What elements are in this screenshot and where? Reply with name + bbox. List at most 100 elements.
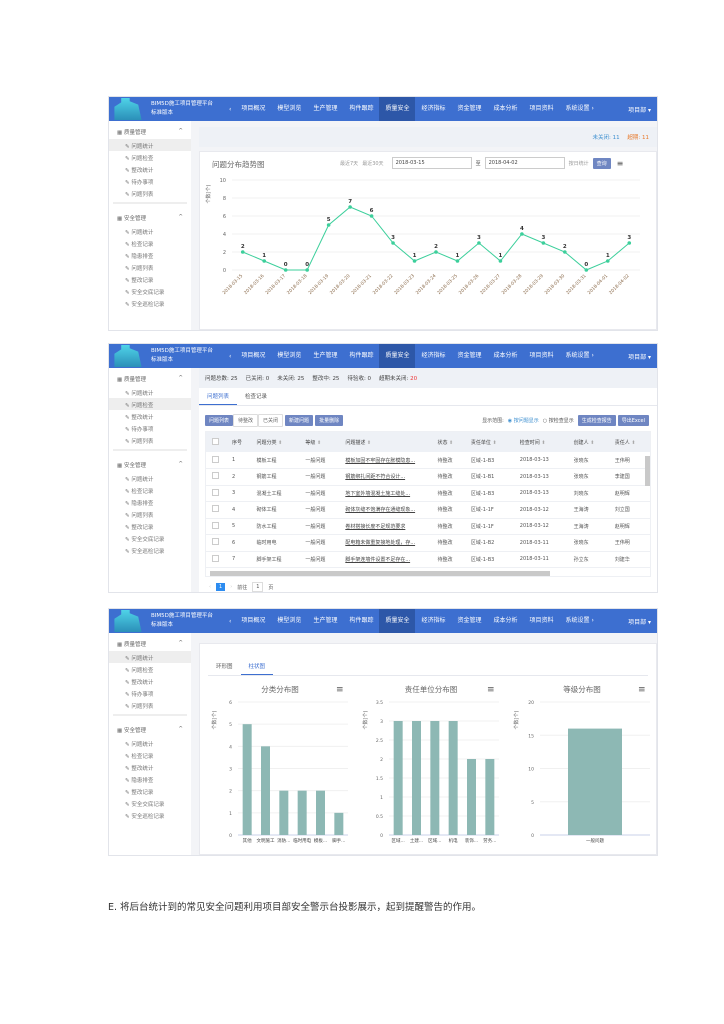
nav-item-9[interactable]: 系统设置 ›	[560, 344, 600, 368]
nav-item-1[interactable]: 模型浏览	[271, 97, 307, 121]
nav-item-7[interactable]: 成本分析	[488, 609, 524, 633]
nav-item-0[interactable]: 项目概况	[235, 609, 271, 633]
sidebar-item[interactable]: ✎ 问题统计	[109, 651, 191, 663]
sidebar-item[interactable]: ✎ 问题检查	[109, 151, 191, 163]
column-header[interactable]: 创建人 ⬍	[567, 432, 609, 452]
nav-item-0[interactable]: 项目概况	[235, 97, 271, 121]
bar[interactable]	[242, 724, 252, 835]
page-1[interactable]: 1	[216, 583, 226, 591]
nav-item-7[interactable]: 成本分析	[488, 97, 524, 121]
sidebar-item[interactable]: ✎ 隐患排查	[109, 249, 191, 261]
bar[interactable]	[430, 721, 440, 835]
sidebar-item[interactable]: ✎ 问题列表	[109, 699, 191, 711]
sidebar-item[interactable]: ✎ 安全交底记录	[109, 532, 191, 544]
table-row[interactable]: 6 临时用电 一般问题 配电箱未做重复接地处理，存... 待整改 区域-1-B2 2018-…	[206, 534, 650, 552]
row-checkbox[interactable]	[206, 468, 226, 486]
bar[interactable]	[279, 790, 289, 835]
by-day-select[interactable]: 按日统计	[569, 160, 589, 167]
nav-item-4[interactable]: 质量安全	[379, 97, 416, 121]
table-cell[interactable]: 砌体灰缝不饱满存在通缝现象...	[339, 501, 432, 519]
column-header[interactable]: 责任人 ⬍	[608, 432, 650, 452]
bar[interactable]	[568, 728, 622, 835]
sidebar-item[interactable]: ✎ 安全巡检记录	[109, 297, 191, 309]
sidebar-item[interactable]: ✎ 问题列表	[109, 187, 191, 199]
sidebar-group-safety[interactable]: ▦ 安全管理 ^	[109, 207, 191, 225]
sidebar-item[interactable]: ✎ 问题列表	[109, 508, 191, 520]
nav-item-5[interactable]: 经济指标	[415, 344, 451, 368]
nav-item-8[interactable]: 项目资料	[524, 609, 560, 633]
sidebar-item[interactable]: ✎ 待办事项	[109, 422, 191, 434]
column-header[interactable]: 责任单位 ⬍	[464, 432, 514, 452]
table-cell[interactable]: 模板加固不牢固存在胀模隐患...	[339, 452, 432, 469]
sidebar-item[interactable]: ✎ 问题统计	[109, 386, 191, 398]
sidebar-item[interactable]: ✎ 问题列表	[109, 434, 191, 446]
vertical-scrollbar[interactable]	[645, 456, 650, 486]
tab-problem-list[interactable]: 问题列表	[199, 388, 238, 405]
nav-item-5[interactable]: 经济指标	[415, 609, 451, 633]
user-menu[interactable]: 项目部 ▾	[628, 617, 651, 626]
radio-by-problem[interactable]: ◉ 按问题显示	[508, 417, 539, 424]
nav-item-6[interactable]: 资金管理	[452, 97, 488, 121]
table-row[interactable]: 3 混凝土工程 一般问题 地下室外墙混凝土施工缝处... 待整改 区域-1-B3 2018-…	[206, 485, 650, 502]
column-header[interactable]: 问题描述 ⬍	[339, 432, 432, 452]
query-button[interactable]: 查询	[592, 157, 611, 169]
row-checkbox[interactable]	[206, 501, 226, 519]
user-menu[interactable]: 项目部 ▾	[628, 352, 651, 361]
row-checkbox[interactable]	[206, 518, 226, 535]
table-cell[interactable]: 配电箱未做重复接地处理，存...	[339, 534, 432, 552]
column-header[interactable]: 问题分类 ⬍	[250, 432, 300, 452]
menu-icon[interactable]: ≡	[336, 685, 344, 695]
column-header[interactable]: 检查时间 ⬍	[513, 432, 568, 452]
date-from-input[interactable]: 2018-03-15	[391, 157, 472, 169]
sidebar-item[interactable]: ✎ 整改统计	[109, 675, 191, 687]
sidebar-item[interactable]: ✎ 问题检查	[109, 398, 191, 410]
nav-back[interactable]: ‹	[229, 353, 231, 360]
last30-button[interactable]: 最近30天	[362, 160, 383, 167]
column-header[interactable]: 序号	[225, 432, 251, 452]
filter-all-button[interactable]: 问题列表	[205, 415, 234, 426]
data-point[interactable]	[348, 205, 352, 209]
data-point[interactable]	[369, 214, 374, 218]
new-problem-button[interactable]: 新建问题	[285, 415, 314, 426]
nav-item-7[interactable]: 成本分析	[488, 344, 524, 368]
sidebar-item[interactable]: ✎ 待办事项	[109, 687, 191, 699]
table-row[interactable]: 1 模板工程 一般问题 模板加固不牢固存在胀模隐患... 待整改 区域-1-B3 2018-…	[206, 452, 650, 469]
data-point[interactable]	[326, 223, 331, 227]
data-point[interactable]	[541, 241, 546, 245]
nav-item-3[interactable]: 构件跟踪	[343, 609, 379, 633]
nav-item-2[interactable]: 生产管理	[307, 97, 343, 121]
tab-check-records[interactable]: 检查记录	[237, 388, 275, 405]
table-cell[interactable]: 钢筋绑扎间距不符合设计...	[339, 468, 432, 486]
table-row[interactable]: 7 脚手架工程 一般问题 脚手架连墙件设置不足存在... 待整改 区域-1-B3 2018-…	[206, 551, 650, 568]
bar[interactable]	[334, 812, 344, 835]
sidebar-item[interactable]: ✎ 隐患排查	[109, 496, 191, 508]
goto-input[interactable]: 1	[252, 582, 264, 592]
sidebar-item[interactable]: ✎ 整改统计	[109, 761, 191, 773]
tab-bar-chart[interactable]: 柱状图	[240, 658, 274, 675]
sidebar-item[interactable]: ✎ 隐患排查	[109, 773, 191, 785]
sidebar-item[interactable]: ✎ 问题统计	[109, 472, 191, 484]
nav-item-3[interactable]: 构件跟踪	[343, 97, 379, 121]
sidebar-item[interactable]: ✎ 整改统计	[109, 163, 191, 175]
menu-icon[interactable]: ≡	[617, 159, 624, 168]
prev-page[interactable]: ‹	[209, 584, 211, 590]
unclosed-count[interactable]: 11	[613, 135, 620, 141]
filter-closed-button[interactable]: 已关闭	[258, 414, 284, 427]
data-point[interactable]	[240, 250, 245, 254]
bar[interactable]	[297, 790, 307, 835]
table-row[interactable]: 2 钢筋工程 一般问题 钢筋绑扎间距不符合设计... 待整改 区域-1-B1 2018-03…	[206, 468, 650, 486]
sidebar-item[interactable]: ✎ 检查记录	[109, 484, 191, 496]
sidebar-group-quality[interactable]: ▦ 质量管理 ^	[109, 368, 191, 386]
nav-item-0[interactable]: 项目概况	[235, 344, 271, 368]
sidebar-item[interactable]: ✎ 整改记录	[109, 273, 191, 285]
sidebar-item[interactable]: ✎ 待办事项	[109, 175, 191, 187]
bar[interactable]	[448, 721, 458, 835]
column-header[interactable]: 等级 ⬍	[299, 432, 340, 452]
sidebar-item[interactable]: ✎ 安全交底记录	[109, 285, 191, 297]
data-point[interactable]	[434, 250, 438, 254]
data-point[interactable]	[520, 232, 524, 236]
data-point[interactable]	[563, 250, 567, 254]
row-checkbox[interactable]	[206, 452, 226, 469]
sidebar-item[interactable]: ✎ 问题统计	[109, 225, 191, 237]
bar[interactable]	[316, 790, 325, 835]
